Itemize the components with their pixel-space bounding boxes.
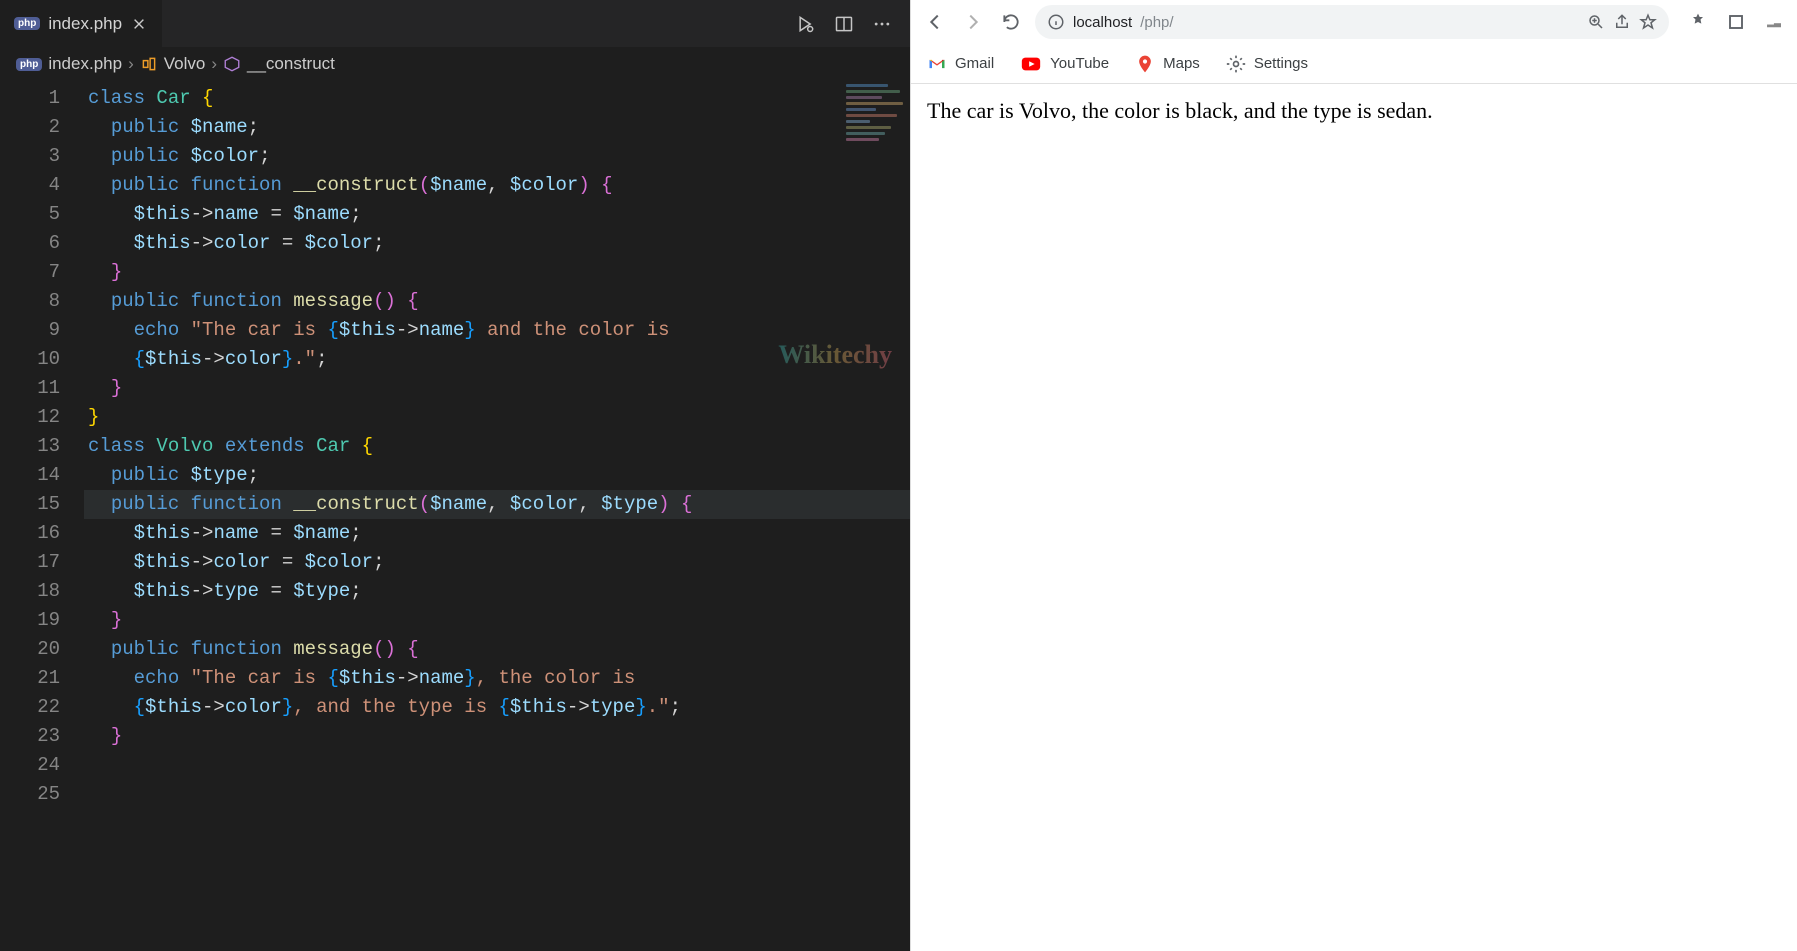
gmail-icon [927, 54, 947, 74]
watermark: Wikitechy [778, 340, 892, 370]
breadcrumb-method[interactable]: __construct [247, 54, 335, 74]
code-line[interactable]: $this->name = $name; [84, 200, 910, 229]
bookmark-maps[interactable]: Maps [1135, 54, 1200, 74]
panel-icon[interactable] [1723, 8, 1749, 36]
code-line[interactable]: } [84, 403, 910, 432]
profile-icon[interactable]: ▂▃ [1761, 8, 1787, 36]
chevron-right-icon: › [211, 54, 217, 74]
code-line[interactable]: } [84, 606, 910, 635]
code-line[interactable]: echo "The car is {$this->name}, the colo… [84, 664, 910, 693]
tab-filename: index.php [48, 14, 122, 34]
class-icon [140, 55, 158, 73]
code-line[interactable]: public function __construct($name, $colo… [84, 490, 910, 519]
tab-actions [796, 14, 910, 34]
more-icon[interactable] [872, 14, 892, 34]
code-line[interactable]: public $type; [84, 461, 910, 490]
code-line[interactable]: } [84, 258, 910, 287]
url-path: /php/ [1140, 14, 1173, 31]
youtube-icon [1020, 53, 1042, 75]
code-line[interactable]: } [84, 722, 910, 751]
code-line[interactable]: {$this->color}, and the type is {$this->… [84, 693, 910, 722]
close-icon[interactable] [130, 15, 148, 33]
chevron-right-icon: › [128, 54, 134, 74]
browser-window: localhost/php/ ▂▃ [910, 0, 1797, 951]
code-line[interactable]: $this->type = $type; [84, 577, 910, 606]
php-icon: php [14, 17, 40, 30]
php-icon: php [16, 58, 42, 71]
code-editor[interactable]: 1234567891011121314151617181920212223242… [0, 80, 910, 951]
bookmark-label: Gmail [955, 55, 994, 72]
forward-button[interactable] [959, 8, 987, 36]
code-line[interactable]: } [84, 374, 910, 403]
code-line[interactable]: $this->color = $color; [84, 548, 910, 577]
maps-icon [1135, 54, 1155, 74]
code-line[interactable]: class Volvo extends Car { [84, 432, 910, 461]
star-icon[interactable] [1639, 13, 1657, 31]
breadcrumbs[interactable]: php index.php › Volvo › __construct [0, 48, 910, 80]
code-line[interactable]: public function message() { [84, 287, 910, 316]
bookmark-gmail[interactable]: Gmail [927, 54, 994, 74]
run-debug-icon[interactable] [796, 14, 816, 34]
bookmark-label: Maps [1163, 55, 1200, 72]
code-line[interactable]: class Car { public $name; public $color;… [80, 84, 910, 751]
page-content: The car is Volvo, the color is black, an… [911, 84, 1797, 951]
reload-button[interactable] [997, 8, 1025, 36]
code-line[interactable]: public $color; [84, 142, 910, 171]
zoom-icon[interactable] [1587, 13, 1605, 31]
code-line[interactable]: public function __construct($name, $colo… [84, 171, 910, 200]
breadcrumb-class[interactable]: Volvo [164, 54, 206, 74]
method-icon [223, 55, 241, 73]
bookmarks-bar: Gmail YouTube Maps Settings [911, 44, 1797, 84]
code-content[interactable]: class Car { public $name; public $color;… [80, 80, 910, 951]
page-text: The car is Volvo, the color is black, an… [927, 98, 1433, 123]
extensions-icon[interactable] [1685, 8, 1711, 36]
gear-icon [1226, 54, 1246, 74]
vscode-editor: php index.php php index.php › Volvo › [0, 0, 910, 951]
address-bar[interactable]: localhost/php/ [1035, 5, 1669, 39]
breadcrumb-file[interactable]: index.php [48, 54, 122, 74]
code-line[interactable]: public function message() { [84, 635, 910, 664]
code-line[interactable]: class Car { [84, 84, 910, 113]
bookmark-settings[interactable]: Settings [1226, 54, 1308, 74]
bookmark-youtube[interactable]: YouTube [1020, 53, 1109, 75]
toolbar-right: ▂▃ [1679, 8, 1787, 36]
code-line[interactable]: public $name; [84, 113, 910, 142]
bookmark-label: Settings [1254, 55, 1308, 72]
bookmark-label: YouTube [1050, 55, 1109, 72]
editor-tab[interactable]: php index.php [0, 0, 163, 47]
share-icon[interactable] [1613, 13, 1631, 31]
code-line[interactable]: $this->color = $color; [84, 229, 910, 258]
url-host: localhost [1073, 14, 1132, 31]
browser-toolbar: localhost/php/ ▂▃ [911, 0, 1797, 44]
code-line[interactable]: $this->name = $name; [84, 519, 910, 548]
tab-bar: php index.php [0, 0, 910, 48]
split-editor-icon[interactable] [834, 14, 854, 34]
info-icon[interactable] [1047, 13, 1065, 31]
line-gutter: 1234567891011121314151617181920212223242… [0, 80, 80, 951]
back-button[interactable] [921, 8, 949, 36]
